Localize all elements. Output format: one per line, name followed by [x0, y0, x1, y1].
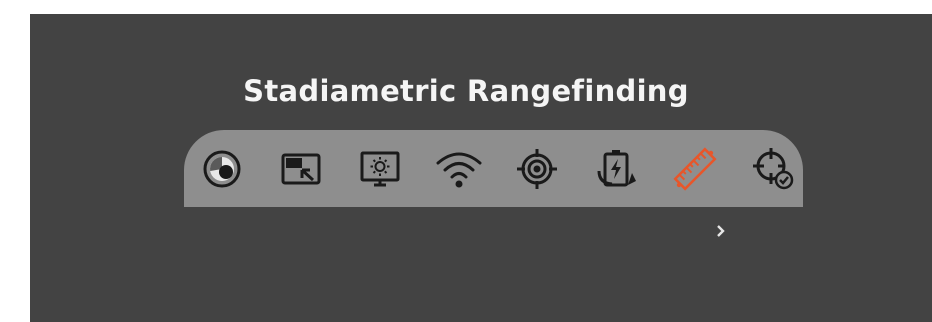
color-palette-icon: [203, 150, 241, 188]
menu-item-wifi[interactable]: [434, 144, 484, 194]
next-page-indicator[interactable]: [713, 221, 729, 241]
menu-item-pip[interactable]: [276, 144, 326, 194]
menu-item-brightness[interactable]: [355, 144, 405, 194]
menu-item-reticle[interactable]: [512, 144, 562, 194]
display-brightness-icon: [360, 151, 400, 187]
menu-toolbar: [184, 130, 803, 207]
menu-item-palette[interactable]: [197, 144, 247, 194]
zero-calibration-icon: [753, 148, 794, 190]
menu-item-battery[interactable]: [591, 144, 641, 194]
menu-item-zeroing[interactable]: [748, 144, 798, 194]
reticle-target-icon: [517, 149, 557, 189]
battery-charging-icon: [597, 150, 636, 187]
picture-in-picture-icon: [281, 153, 321, 185]
menu-item-rangefinder[interactable]: [670, 144, 720, 194]
device-screen: Stadiametric Rangefinding: [30, 14, 932, 322]
page-title: Stadiametric Rangefinding: [243, 74, 689, 108]
chevron-right-icon: [717, 225, 725, 237]
rangefinder-ruler-icon: [673, 147, 717, 191]
wifi-icon: [436, 152, 482, 188]
